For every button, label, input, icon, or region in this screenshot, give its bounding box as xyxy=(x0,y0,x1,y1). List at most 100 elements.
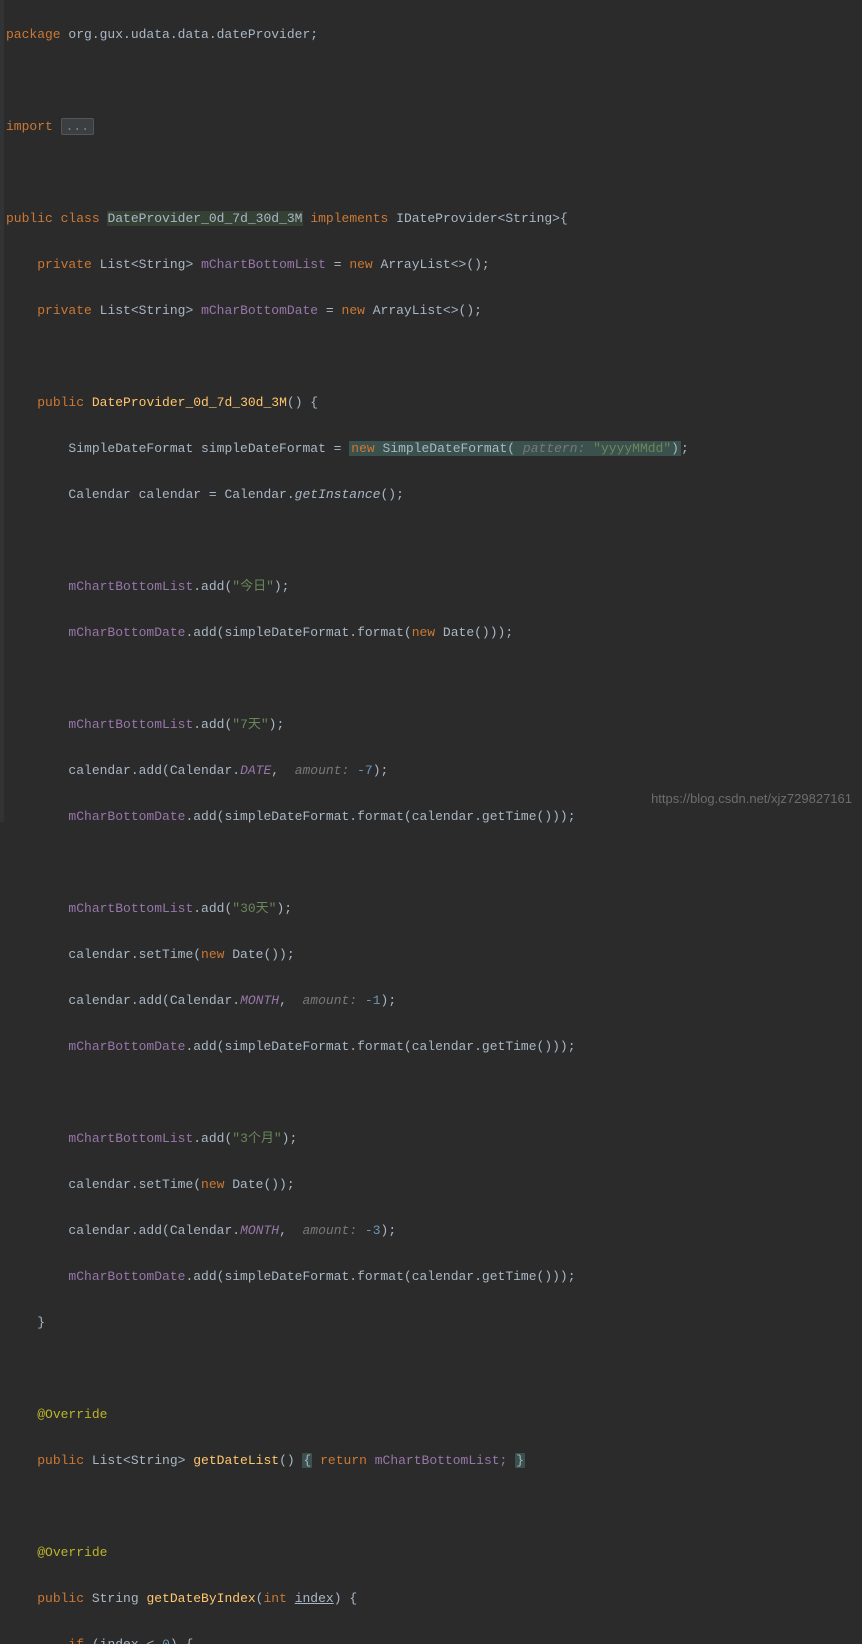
comma: , xyxy=(279,993,287,1008)
hint-pattern: pattern: xyxy=(515,441,593,456)
close: ); xyxy=(276,901,292,916)
add: .add( xyxy=(193,901,232,916)
kw-new: new xyxy=(351,441,374,456)
eq: = xyxy=(326,257,349,272)
interface-name: IDateProvider<String>{ xyxy=(396,211,568,226)
kw-public: public xyxy=(37,1591,84,1606)
sdf-format: .add(simpleDateFormat.format( xyxy=(185,1269,411,1284)
open: () xyxy=(279,1453,302,1468)
str-3m: "3个月" xyxy=(232,1131,281,1146)
field1: mChartBottomList xyxy=(68,579,193,594)
code-editor[interactable]: package org.gux.udata.data.dateProvider;… xyxy=(0,0,862,1644)
sdf-ctor: SimpleDateFormat( xyxy=(375,441,515,456)
kw-return: return xyxy=(320,1453,367,1468)
ret-type: List<String> xyxy=(84,1453,193,1468)
rb: } xyxy=(515,1453,525,1468)
field1: mChartBottomList xyxy=(201,257,326,272)
kw-public: public xyxy=(6,211,53,226)
kw-int: int xyxy=(263,1591,286,1606)
getInstance: getInstance xyxy=(295,487,381,502)
str-7d: "7天" xyxy=(232,717,268,732)
call: (); xyxy=(381,487,404,502)
cal-add: calendar.add(Calendar. xyxy=(68,763,240,778)
kw-new: new xyxy=(412,625,435,640)
neg7: -7 xyxy=(357,763,373,778)
ret-type: String xyxy=(84,1591,146,1606)
cal-decl: Calendar calendar = Calendar. xyxy=(68,487,294,502)
field1: mChartBottomList xyxy=(68,717,193,732)
field2: mCharBottomDate xyxy=(68,1269,185,1284)
gutter xyxy=(0,0,4,822)
str-30d: "30天" xyxy=(232,901,276,916)
field2: mCharBottomDate xyxy=(201,303,318,318)
fold-box[interactable]: ... xyxy=(61,118,94,135)
getDateList: getDateList xyxy=(193,1453,279,1468)
close: ); xyxy=(274,579,290,594)
cal-add: calendar.add(Calendar. xyxy=(68,993,240,1008)
kw-if: if xyxy=(68,1637,84,1644)
close: ); xyxy=(282,1131,298,1146)
sdf-format: .add(simpleDateFormat.format( xyxy=(185,625,411,640)
comma: , xyxy=(271,763,279,778)
arraylist: ArrayList<>(); xyxy=(373,257,490,272)
index-var: index xyxy=(100,1637,139,1644)
kw-new: new xyxy=(201,1177,224,1192)
kw-class: class xyxy=(61,211,100,226)
str-today: "今日" xyxy=(232,579,274,594)
type: List<String> xyxy=(100,257,194,272)
add: .add( xyxy=(193,579,232,594)
paren: ( xyxy=(84,1637,100,1644)
type: List<String> xyxy=(100,303,194,318)
index-param: index xyxy=(295,1591,334,1606)
field1: mChartBottomList xyxy=(68,1131,193,1146)
close: ); xyxy=(381,1223,397,1238)
sdf-format: .add(simpleDateFormat.format( xyxy=(185,1039,411,1054)
ret-field: mChartBottomList; xyxy=(367,1453,515,1468)
hint-amount: amount: xyxy=(295,1223,365,1238)
close: ); xyxy=(381,993,397,1008)
watermark: https://blog.csdn.net/xjz729827161 xyxy=(651,787,852,810)
zero: 0 xyxy=(162,1637,170,1644)
field1: mChartBottomList xyxy=(68,901,193,916)
field2: mCharBottomDate xyxy=(68,625,185,640)
kw-new: new xyxy=(201,947,224,962)
getDateByIndex: getDateByIndex xyxy=(146,1591,255,1606)
anno-override: @Override xyxy=(37,1545,107,1560)
kw-new: new xyxy=(342,303,365,318)
close: ); xyxy=(373,763,389,778)
close: ) { xyxy=(170,1637,193,1644)
settime: calendar.setTime( xyxy=(68,1177,201,1192)
lb: { xyxy=(302,1453,312,1468)
keyword-package: package xyxy=(6,27,61,42)
arraylist: ArrayList<>(); xyxy=(365,303,482,318)
hint-amount: amount: xyxy=(287,763,357,778)
settime: calendar.setTime( xyxy=(68,947,201,962)
neg1: -1 xyxy=(365,993,381,1008)
add: .add( xyxy=(193,717,232,732)
close: ) { xyxy=(334,1591,357,1606)
close: ); xyxy=(269,717,285,732)
close-brace: } xyxy=(37,1315,45,1330)
hint-amount: amount: xyxy=(295,993,365,1008)
month-field: MONTH xyxy=(240,993,279,1008)
pattern-str: "yyyyMMdd" xyxy=(593,441,671,456)
gettime: calendar.getTime())); xyxy=(412,1039,576,1054)
neg3: -3 xyxy=(365,1223,381,1238)
cal-add: calendar.add(Calendar. xyxy=(68,1223,240,1238)
lt: < xyxy=(139,1637,162,1644)
add: .add( xyxy=(193,1131,232,1146)
kw-implements: implements xyxy=(310,211,388,226)
comma: , xyxy=(279,1223,287,1238)
kw-public: public xyxy=(37,1453,84,1468)
kw-new: new xyxy=(349,257,372,272)
package-name: org.gux.udata.data.dateProvider; xyxy=(61,27,318,42)
eq: = xyxy=(318,303,341,318)
date-field: DATE xyxy=(240,763,271,778)
kw-private: private xyxy=(37,257,92,272)
keyword-import: import xyxy=(6,119,53,134)
class-name: DateProvider_0d_7d_30d_3M xyxy=(107,211,302,226)
sdf-decl: SimpleDateFormat simpleDateFormat = xyxy=(68,441,349,456)
field2: mCharBottomDate xyxy=(68,1039,185,1054)
kw-public: public xyxy=(37,395,84,410)
anno-override: @Override xyxy=(37,1407,107,1422)
